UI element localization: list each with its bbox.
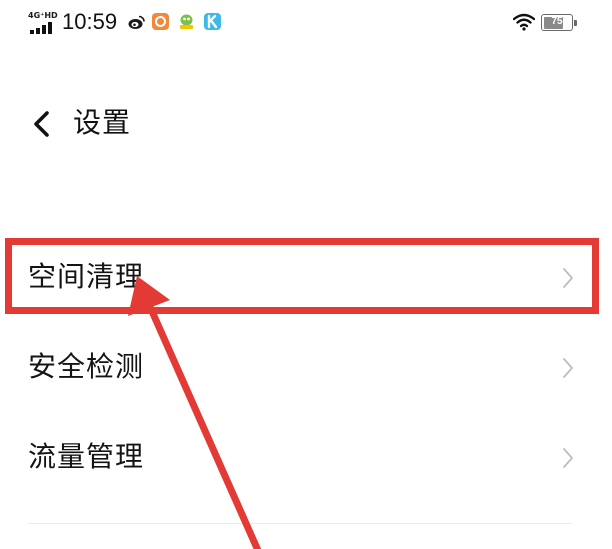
- weibo-icon: [128, 15, 145, 29]
- network-indicator: 4G⁺HD: [28, 12, 58, 34]
- menu-item-data-usage[interactable]: 流量管理: [0, 417, 612, 497]
- menu-item-space-cleanup[interactable]: 空间清理: [0, 237, 612, 317]
- chevron-right-icon: [563, 448, 573, 468]
- orange-app-icon: [152, 13, 169, 30]
- kuaishou-icon: [204, 13, 221, 30]
- battery-level: 75: [551, 16, 563, 27]
- battery-nub: [574, 20, 577, 26]
- green-app-icon: [178, 13, 195, 30]
- menu-item-security-check[interactable]: 安全检测: [0, 327, 612, 407]
- page-title: 设置: [73, 106, 132, 139]
- header: 设置: [0, 95, 612, 151]
- menu-item-label: 空间清理: [28, 260, 145, 293]
- signal-bars-icon: [30, 22, 52, 34]
- back-button[interactable]: [24, 99, 64, 147]
- chevron-right-icon: [563, 268, 573, 288]
- status-time: 10:59: [62, 9, 118, 34]
- chevron-right-icon: [563, 358, 573, 378]
- network-label: 4G⁺HD: [28, 11, 58, 20]
- menu-item-label: 流量管理: [28, 440, 145, 473]
- chevron-left-icon: [34, 111, 49, 137]
- battery-icon: 75: [541, 14, 577, 31]
- menu-item-label: 安全检测: [28, 350, 145, 383]
- divider: [28, 523, 572, 524]
- wifi-icon: [513, 13, 535, 31]
- status-bar: 4G⁺HD 10:59 75: [0, 0, 612, 46]
